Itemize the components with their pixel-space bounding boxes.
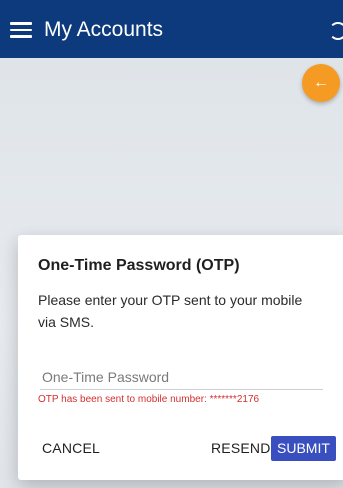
otp-dialog: One-Time Password (OTP) Please enter you… (18, 235, 343, 480)
arrow-left-icon: ← (313, 74, 329, 91)
submit-button[interactable]: SUBMIT (271, 436, 336, 461)
app-bar: My Accounts (0, 0, 343, 58)
page-title: My Accounts (44, 18, 164, 41)
loading-spinner-icon (329, 22, 343, 40)
dialog-message: Please enter your OTP sent to your mobil… (38, 292, 303, 330)
dialog-title: One-Time Password (OTP) (38, 257, 240, 274)
cancel-button[interactable]: CANCEL (42, 439, 100, 457)
back-fab-button[interactable]: ← (302, 64, 340, 102)
resend-button[interactable]: RESEND (211, 439, 271, 457)
hamburger-menu-icon[interactable] (10, 22, 32, 38)
otp-sent-hint: OTP has been sent to mobile number: ****… (38, 394, 260, 405)
otp-input[interactable] (40, 366, 323, 390)
